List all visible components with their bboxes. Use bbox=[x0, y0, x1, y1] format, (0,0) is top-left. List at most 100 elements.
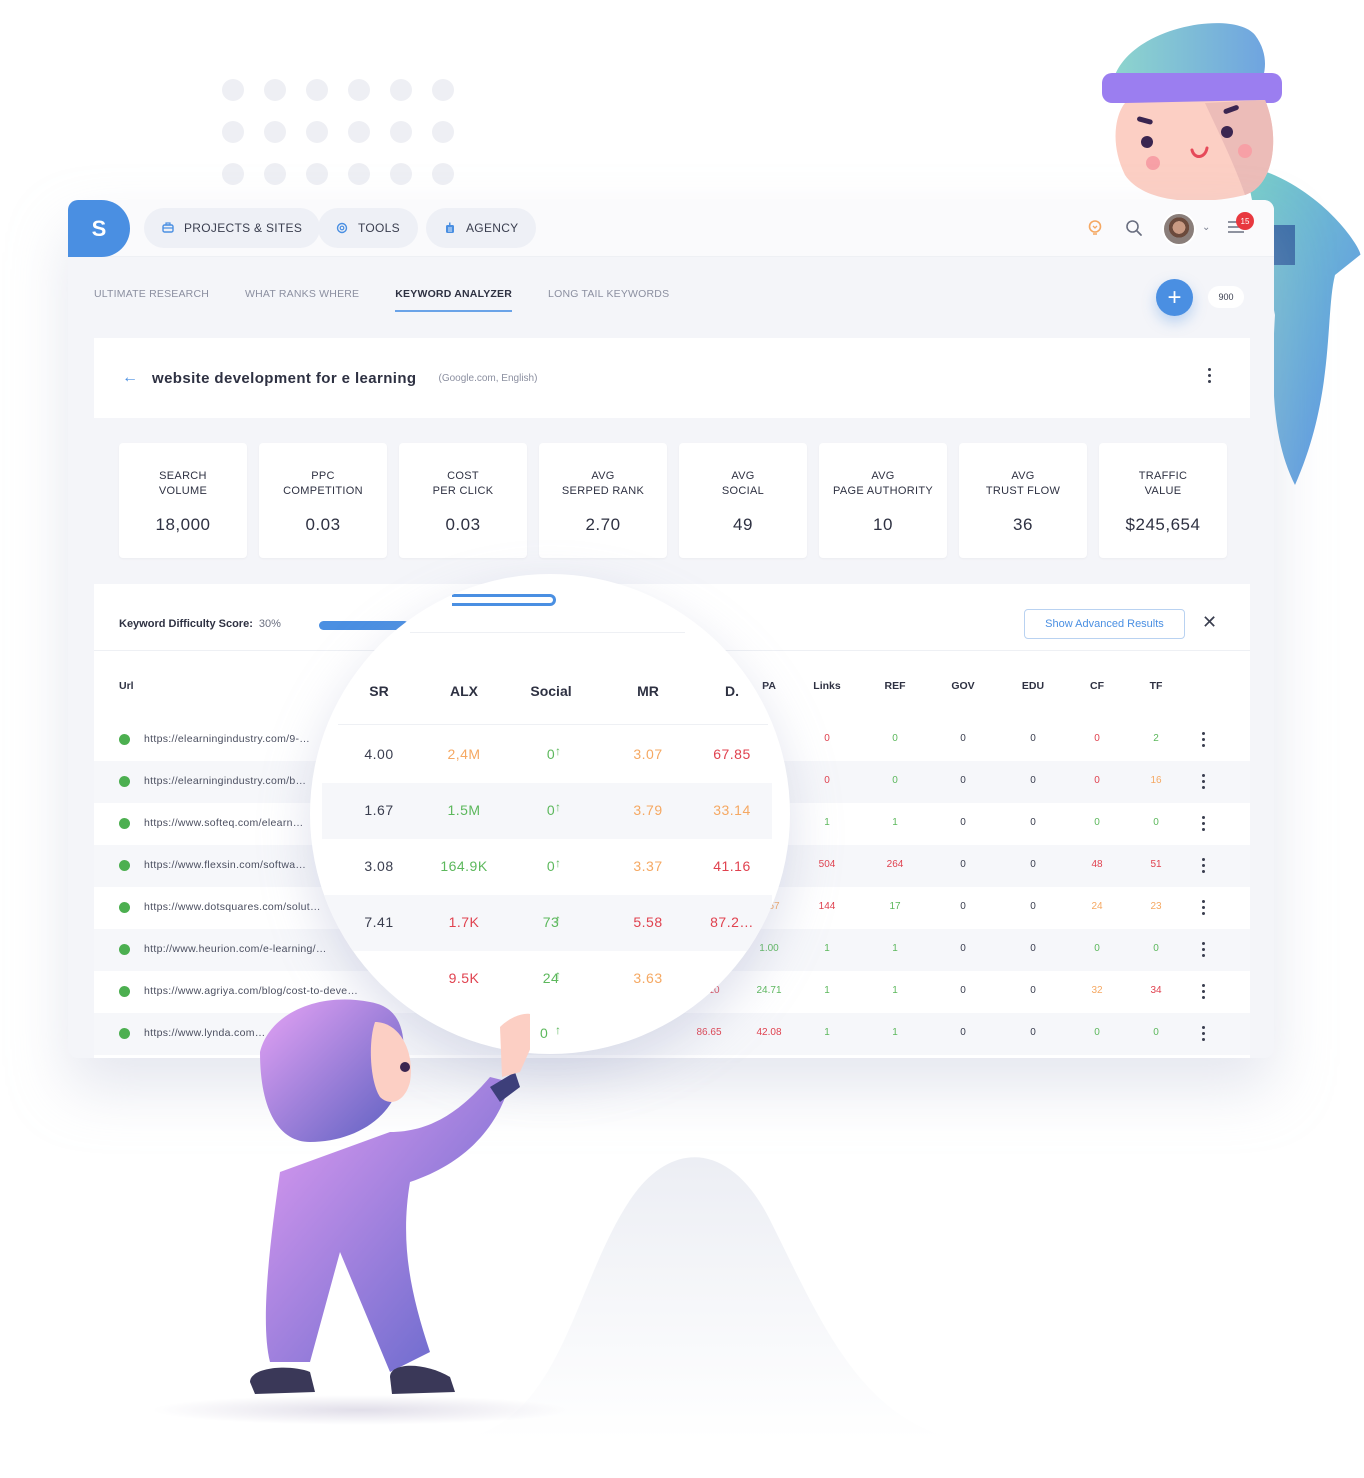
stat-value: 2.70 bbox=[585, 515, 621, 534]
tab-keyword-analyzer[interactable]: KEYWORD ANALYZER bbox=[395, 288, 513, 312]
column-header-edu[interactable]: EDU bbox=[1003, 680, 1063, 692]
column-header-ref[interactable]: REF bbox=[865, 680, 925, 692]
divider bbox=[338, 724, 768, 725]
magnified-cell-alx: 1.5M bbox=[447, 802, 481, 818]
cell-cf: 32 bbox=[1091, 985, 1103, 996]
nav-agency[interactable]: AGENCY bbox=[426, 208, 537, 248]
stat-card: AVG SERPED RANK 2.70 bbox=[539, 443, 667, 558]
stat-label: AVG SERPED RANK bbox=[561, 470, 645, 497]
magnified-cell-mr: 3.63 bbox=[633, 970, 663, 986]
magnified-cell-social: 0 bbox=[546, 802, 556, 818]
tab-long-tail-keywords[interactable]: LONG TAIL KEYWORDS bbox=[548, 288, 669, 312]
stat-label: TRAFFIC VALUE bbox=[1138, 470, 1188, 497]
row-options-icon[interactable] bbox=[1202, 984, 1205, 999]
nav-projects-sites[interactable]: PROJECTS & SITES bbox=[144, 208, 321, 248]
magnified-cell-sr: 3.08 bbox=[364, 858, 394, 874]
keyword-title: website development for e learning bbox=[152, 369, 417, 387]
cell-edu: 0 bbox=[1030, 733, 1036, 744]
column-header-tf[interactable]: TF bbox=[1126, 680, 1186, 692]
cell-gov: 0 bbox=[960, 733, 966, 744]
mascot-holding-lens-illustration bbox=[250, 999, 530, 1394]
stat-card: COST PER CLICK 0.03 bbox=[399, 443, 527, 558]
stat-label: AVG TRUST FLOW bbox=[985, 470, 1061, 497]
cell-tf: 0 bbox=[1153, 1027, 1159, 1038]
cell-tf: 2 bbox=[1153, 733, 1159, 744]
column-header-url[interactable]: Url bbox=[119, 680, 134, 692]
close-icon[interactable]: ✕ bbox=[1202, 612, 1217, 633]
more-options-icon[interactable] bbox=[1208, 368, 1212, 383]
cell-tf: 16 bbox=[1150, 775, 1162, 786]
url-link[interactable]: https://elearningindustry.com/b… bbox=[144, 775, 306, 787]
top-navigation-bar: S PROJECTS & SITES TOOLS AGENCY ⌄ 15 bbox=[68, 200, 1274, 257]
cell-links: 0 bbox=[824, 733, 830, 744]
magnified-header-da: D. bbox=[725, 683, 739, 699]
cell-cf: 0 bbox=[1094, 1027, 1100, 1038]
cell-cf: 24 bbox=[1091, 901, 1103, 912]
nav-tools[interactable]: TOOLS bbox=[318, 208, 418, 248]
row-options-icon[interactable] bbox=[1202, 900, 1205, 915]
search-icon[interactable] bbox=[1125, 219, 1143, 237]
keyword-meta: (Google.com, English) bbox=[438, 372, 538, 384]
url-link[interactable]: http://www.heurion.com/e-learning/… bbox=[144, 943, 327, 955]
cell-links: 1 bbox=[824, 1027, 830, 1038]
nav-label: AGENCY bbox=[466, 221, 519, 235]
magnified-cell-alx: 1.7K bbox=[448, 914, 480, 930]
briefcase-icon bbox=[162, 222, 174, 234]
magnified-cell-da: 33.14 bbox=[713, 802, 751, 818]
magnified-cell-social: 0 bbox=[540, 1025, 549, 1041]
cell-links: 0 bbox=[824, 775, 830, 786]
magnified-cell-social: 24 bbox=[542, 970, 560, 986]
url-link[interactable]: https://www.flexsin.com/softwa… bbox=[144, 859, 306, 871]
stat-card: AVG TRUST FLOW 36 bbox=[959, 443, 1087, 558]
credits-count: 900 bbox=[1208, 286, 1244, 308]
back-arrow-icon[interactable]: ← bbox=[122, 369, 138, 387]
show-advanced-results-button[interactable]: Show Advanced Results bbox=[1024, 609, 1185, 639]
url-link[interactable]: https://www.dotsquares.com/solut… bbox=[144, 901, 321, 913]
row-options-icon[interactable] bbox=[1202, 858, 1205, 873]
status-dot bbox=[119, 776, 130, 787]
add-button[interactable]: + bbox=[1156, 279, 1193, 316]
cell-cf: 0 bbox=[1094, 943, 1100, 954]
row-options-icon[interactable] bbox=[1202, 816, 1205, 831]
column-header-gov[interactable]: GOV bbox=[933, 680, 993, 692]
stat-card: PPC COMPETITION 0.03 bbox=[259, 443, 387, 558]
column-header-links[interactable]: Links bbox=[797, 680, 857, 692]
user-avatar[interactable] bbox=[1162, 212, 1196, 246]
chevron-down-icon[interactable]: ⌄ bbox=[1202, 222, 1210, 233]
decorative-dot-grid bbox=[222, 79, 454, 185]
lightbulb-icon[interactable] bbox=[1086, 219, 1104, 237]
tab-what-ranks-where[interactable]: WHAT RANKS WHERE bbox=[245, 288, 359, 312]
row-options-icon[interactable] bbox=[1202, 774, 1205, 789]
magnified-cell-alx: 2,4M bbox=[447, 746, 481, 762]
divider bbox=[410, 632, 685, 633]
keyword-difficulty-label: Keyword Difficulty Score: 30% bbox=[119, 618, 281, 630]
cell-edu: 0 bbox=[1030, 775, 1036, 786]
cell-ref: 1 bbox=[892, 817, 898, 828]
magnified-cell-sr: 7.41 bbox=[364, 914, 394, 930]
magnified-header-mr: MR bbox=[637, 683, 659, 699]
row-options-icon[interactable] bbox=[1202, 942, 1205, 957]
cell-cf: 0 bbox=[1094, 733, 1100, 744]
column-header-cf[interactable]: CF bbox=[1067, 680, 1127, 692]
stat-value: $245,654 bbox=[1125, 515, 1201, 534]
tab-ultimate-research[interactable]: ULTIMATE RESEARCH bbox=[94, 288, 209, 312]
magnified-cell-mr: 3.07 bbox=[633, 746, 663, 762]
cell-ref: 264 bbox=[886, 859, 904, 870]
row-options-icon[interactable] bbox=[1202, 1026, 1205, 1041]
stat-label: AVG PAGE AUTHORITY bbox=[833, 470, 933, 497]
cell-edu: 0 bbox=[1030, 817, 1036, 828]
arrow-up-icon: ↑ bbox=[555, 912, 562, 926]
cell-gov: 0 bbox=[960, 817, 966, 828]
cell-ref: 1 bbox=[892, 1027, 898, 1038]
stat-label: COST PER CLICK bbox=[432, 470, 494, 497]
status-dot bbox=[119, 902, 130, 913]
url-link[interactable]: https://elearningindustry.com/9-… bbox=[144, 733, 310, 745]
status-dot bbox=[119, 734, 130, 745]
cell-gov: 0 bbox=[960, 859, 966, 870]
arrow-up-icon: ↑ bbox=[555, 968, 562, 982]
row-options-icon[interactable] bbox=[1202, 732, 1205, 747]
magnified-cell-da: 67.85 bbox=[713, 746, 751, 762]
url-link[interactable]: https://www.softeq.com/elearn… bbox=[144, 817, 304, 829]
stat-label: PPC COMPETITION bbox=[283, 470, 363, 497]
app-logo[interactable]: S bbox=[68, 200, 130, 257]
